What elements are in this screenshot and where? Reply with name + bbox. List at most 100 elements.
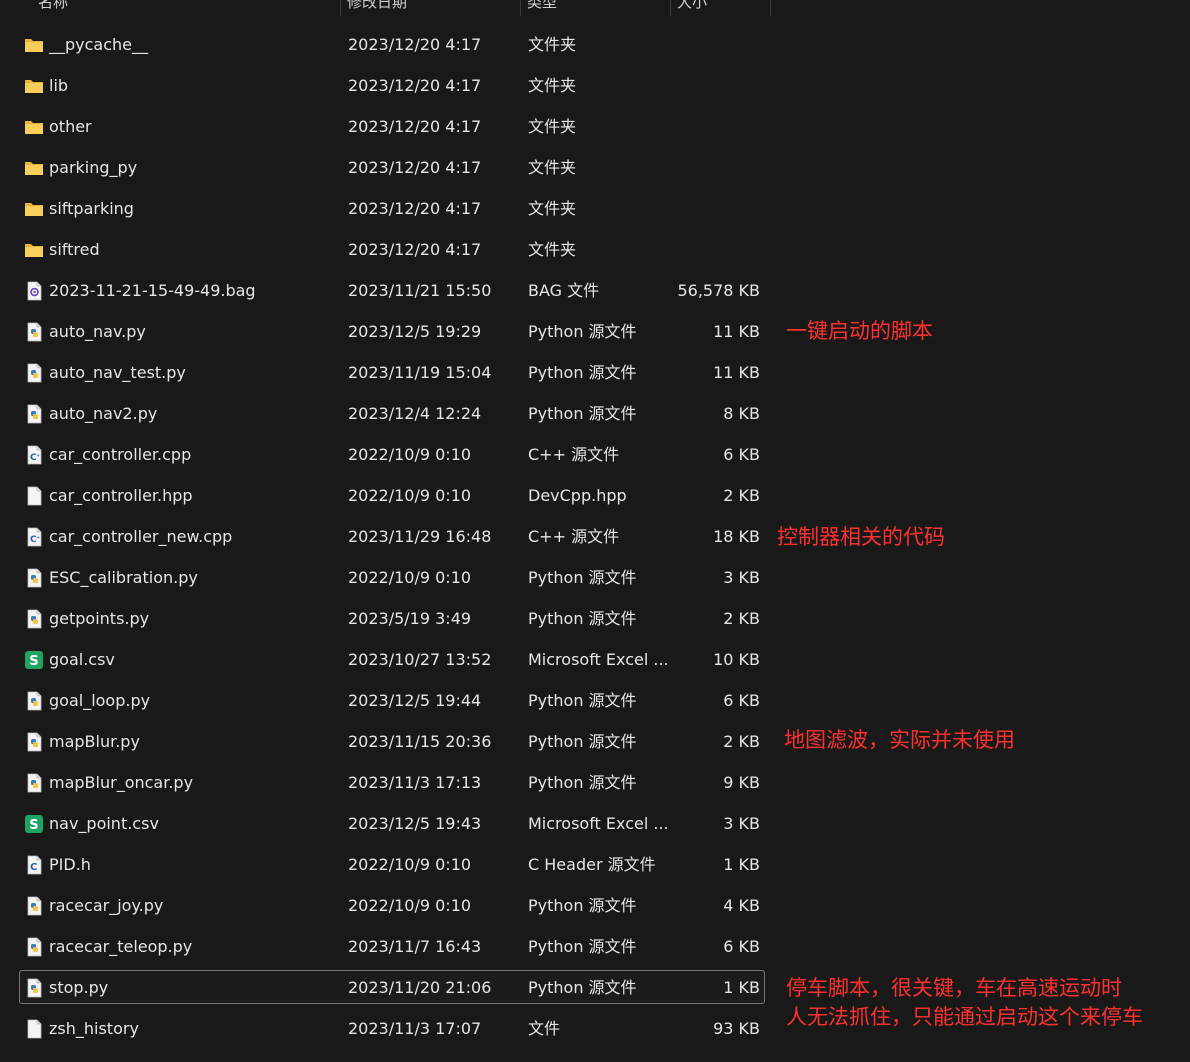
file-type: Microsoft Excel ... — [528, 650, 669, 669]
file-row[interactable]: auto_nav.py 2023/12/5 19:29 Python 源文件 11 K… — [19, 314, 765, 348]
folder-icon — [24, 76, 44, 96]
file-row[interactable]: C + car_controller.cpp 2022/10/9 0:10 C++ 源文… — [19, 437, 765, 471]
file-row[interactable]: __pycache__ 2023/12/20 4:17 文件夹 — [19, 27, 765, 61]
python-file-icon — [24, 363, 44, 383]
file-modified-date: 2023/11/19 15:04 — [348, 363, 492, 382]
file-row[interactable]: zsh_history 2023/11/3 17:07 文件 93 KB — [19, 1011, 765, 1045]
folder-icon — [24, 199, 44, 219]
file-name: racecar_teleop.py — [49, 937, 193, 956]
file-row[interactable]: 2023-11-21-15-49-49.bag 2023/11/21 15:50 B… — [19, 273, 765, 307]
file-modified-date: 2023/11/3 17:13 — [348, 773, 482, 792]
annotation-auto-nav: 一键启动的脚本 — [786, 319, 933, 343]
file-modified-date: 2023/12/20 4:17 — [348, 240, 482, 259]
svg-text:S: S — [29, 818, 38, 833]
column-name-header[interactable]: 名称 — [38, 0, 68, 16]
file-name: parking_py — [49, 158, 138, 177]
file-row[interactable]: racecar_joy.py 2022/10/9 0:10 Python 源文件 4 … — [19, 888, 765, 922]
python-file-icon — [24, 404, 44, 424]
file-name: car_controller.cpp — [49, 445, 192, 464]
file-row[interactable]: siftred 2023/12/20 4:17 文件夹 — [19, 232, 765, 266]
file-row[interactable]: car_controller.hpp 2022/10/9 0:10 DevCpp.h… — [19, 478, 765, 512]
file-name: car_controller_new.cpp — [49, 527, 233, 546]
file-row[interactable]: Sgoal.csv 2023/10/27 13:52 Microsoft Excel… — [19, 642, 765, 676]
file-size: 9 KB — [723, 773, 760, 792]
file-row[interactable]: goal_loop.py 2023/12/5 19:44 Python 源文件 6 K… — [19, 683, 765, 717]
column-modified-header[interactable]: 修改日期 — [347, 0, 407, 16]
file-size: 93 KB — [713, 1019, 760, 1038]
file-name: lib — [49, 76, 69, 95]
file-size: 2 KB — [723, 732, 760, 751]
annotation-stop-line2: 人无法抓住，只能通过启动这个来停车 — [786, 1005, 1143, 1029]
file-modified-date: 2023/12/5 19:43 — [348, 814, 482, 833]
file-size: 18 KB — [713, 527, 760, 546]
python-file-icon — [24, 773, 44, 793]
file-row[interactable]: other 2023/12/20 4:17 文件夹 — [19, 109, 765, 143]
column-divider[interactable] — [340, 0, 341, 16]
file-row[interactable]: ESC_calibration.py 2022/10/9 0:10 Python 源… — [19, 560, 765, 594]
file-row[interactable]: C + car_controller_new.cpp 2023/11/29 16:48… — [19, 519, 765, 553]
column-divider[interactable] — [770, 0, 771, 16]
file-row[interactable]: stop.py 2023/11/20 21:06 Python 源文件 1 KB — [19, 970, 765, 1004]
column-type-header[interactable]: 类型 — [527, 0, 557, 16]
column-divider[interactable] — [670, 0, 671, 16]
file-row[interactable]: racecar_teleop.py 2023/11/7 16:43 Python 源… — [19, 929, 765, 963]
python-file-icon — [24, 937, 44, 957]
folder-icon — [24, 158, 44, 178]
python-file-icon — [24, 568, 44, 588]
file-modified-date: 2022/10/9 0:10 — [348, 855, 472, 874]
file-name: other — [49, 117, 92, 136]
file-row[interactable]: auto_nav_test.py 2023/11/19 15:04 Python 源… — [19, 355, 765, 389]
file-row[interactable]: parking_py 2023/12/20 4:17 文件夹 — [19, 150, 765, 184]
file-size: 3 KB — [723, 568, 760, 587]
cpp-file-icon: C + — [24, 527, 44, 547]
file-name: mapBlur.py — [49, 732, 140, 751]
python-file-icon — [24, 322, 44, 342]
file-row[interactable]: siftparking 2023/12/20 4:17 文件夹 — [19, 191, 765, 225]
column-header: 名称 修改日期 类型 大小 — [0, 0, 771, 16]
column-divider[interactable] — [520, 0, 521, 16]
file-type: Python 源文件 — [528, 363, 637, 382]
file-type: 文件夹 — [528, 240, 577, 259]
file-type: 文件夹 — [528, 117, 577, 136]
file-size: 1 KB — [723, 978, 760, 997]
file-size: 56,578 KB — [677, 281, 760, 300]
file-modified-date: 2023/10/27 13:52 — [348, 650, 492, 669]
annotation-controller: 控制器相关的代码 — [777, 525, 945, 549]
file-modified-date: 2023/11/20 21:06 — [348, 978, 492, 997]
file-modified-date: 2023/11/29 16:48 — [348, 527, 492, 546]
file-row[interactable]: mapBlur_oncar.py 2023/11/3 17:13 Python 源文… — [19, 765, 765, 799]
svg-text:C: C — [30, 862, 37, 873]
file-row[interactable]: C PID.h 2022/10/9 0:10 C Header 源文件 1 KB — [19, 847, 765, 881]
file-row[interactable]: getpoints.py 2023/5/19 3:49 Python 源文件 2 KB — [19, 601, 765, 635]
file-type: Python 源文件 — [528, 773, 637, 792]
file-name: siftred — [49, 240, 100, 259]
file-name: racecar_joy.py — [49, 896, 164, 915]
file-modified-date: 2023/11/15 20:36 — [348, 732, 492, 751]
file-type: Python 源文件 — [528, 691, 637, 710]
file-row[interactable]: mapBlur.py 2023/11/15 20:36 Python 源文件 2 KB — [19, 724, 765, 758]
file-row[interactable]: auto_nav2.py 2023/12/4 12:24 Python 源文件 8 K… — [19, 396, 765, 430]
svg-text:S: S — [29, 654, 38, 669]
file-modified-date: 2023/11/7 16:43 — [348, 937, 482, 956]
file-modified-date: 2023/12/4 12:24 — [348, 404, 482, 423]
file-row[interactable]: lib 2023/12/20 4:17 文件夹 — [19, 68, 765, 102]
python-file-icon — [24, 691, 44, 711]
file-type: Python 源文件 — [528, 978, 637, 997]
column-size-header[interactable]: 大小 — [677, 0, 707, 16]
file-modified-date: 2023/12/5 19:44 — [348, 691, 482, 710]
file-name: getpoints.py — [49, 609, 150, 628]
file-modified-date: 2023/12/5 19:29 — [348, 322, 482, 341]
annotation-mapblur: 地图滤波，实际并未使用 — [784, 728, 1015, 752]
file-name: siftparking — [49, 199, 134, 218]
file-type: 文件夹 — [528, 76, 577, 95]
spreadsheet-file-icon: S — [24, 650, 44, 670]
file-type: C Header 源文件 — [528, 855, 656, 874]
file-row[interactable]: Snav_point.csv 2023/12/5 19:43 Microsoft E… — [19, 806, 765, 840]
file-name: PID.h — [49, 855, 91, 874]
file-type: Python 源文件 — [528, 322, 637, 341]
file-name: zsh_history — [49, 1019, 139, 1038]
file-size: 10 KB — [713, 650, 760, 669]
file-type: 文件夹 — [528, 158, 577, 177]
file-type: 文件夹 — [528, 199, 577, 218]
annotation-stop-line1: 停车脚本，很关键，车在高速运动时 — [786, 976, 1122, 1000]
